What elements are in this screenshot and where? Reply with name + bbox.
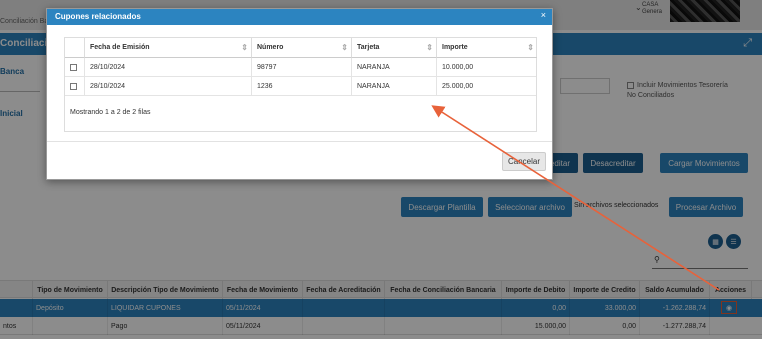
sort-icon[interactable]: ⇕ <box>241 43 248 52</box>
divider <box>47 141 552 142</box>
cell-tarjeta: NARANJA <box>352 58 437 77</box>
col-importe-label: Importe <box>442 44 468 51</box>
cell-fecha-emision: 28/10/2024 <box>85 77 252 96</box>
row-checkbox-cell[interactable] <box>65 77 85 96</box>
sort-icon[interactable]: ⇕ <box>341 43 348 52</box>
pagination-info: Mostrando 1 a 2 de 2 filas <box>70 109 151 116</box>
cell-numero: 98797 <box>252 58 352 77</box>
modal-title: Cupones relacionados <box>55 12 141 21</box>
col-fecha-emision-label: Fecha de Emisión <box>90 44 150 51</box>
cell-importe: 25.000,00 <box>442 83 474 90</box>
col-check <box>65 38 85 58</box>
cell-fecha-emision: 28/10/2024 <box>85 58 252 77</box>
row-checkbox[interactable] <box>70 83 77 90</box>
coupons-modal: Cupones relacionados × Fecha de Emisión … <box>46 8 553 180</box>
row-checkbox[interactable] <box>70 64 77 71</box>
cell-importe: 10.000,00 <box>442 64 474 71</box>
table-row[interactable]: 28/10/2024 1236 NARANJA 25.000,00 <box>65 77 536 96</box>
col-fecha-emision[interactable]: Fecha de Emisión ⇕ <box>85 38 252 58</box>
cancel-button[interactable]: Cancelar <box>502 152 546 171</box>
cell-tarjeta: NARANJA <box>352 77 437 96</box>
cell-numero: 1236 <box>252 77 352 96</box>
col-numero[interactable]: Número ⇕ <box>252 38 352 58</box>
col-tarjeta-label: Tarjeta <box>357 44 380 51</box>
table-row[interactable]: 28/10/2024 98797 NARANJA 10.000,00 <box>65 58 536 77</box>
modal-header: Cupones relacionados × <box>47 9 552 25</box>
col-tarjeta[interactable]: Tarjeta ⇕ <box>352 38 437 58</box>
col-numero-label: Número <box>257 44 284 51</box>
sort-icon[interactable]: ⇕ <box>426 43 433 52</box>
close-icon[interactable]: × <box>541 10 546 20</box>
row-checkbox-cell[interactable] <box>65 58 85 77</box>
col-importe[interactable]: Importe ⇕ <box>437 38 537 58</box>
coupons-table: Fecha de Emisión ⇕ Número ⇕ Tarjeta ⇕ Im… <box>64 37 537 132</box>
sort-icon[interactable]: ⇕ <box>527 43 534 52</box>
